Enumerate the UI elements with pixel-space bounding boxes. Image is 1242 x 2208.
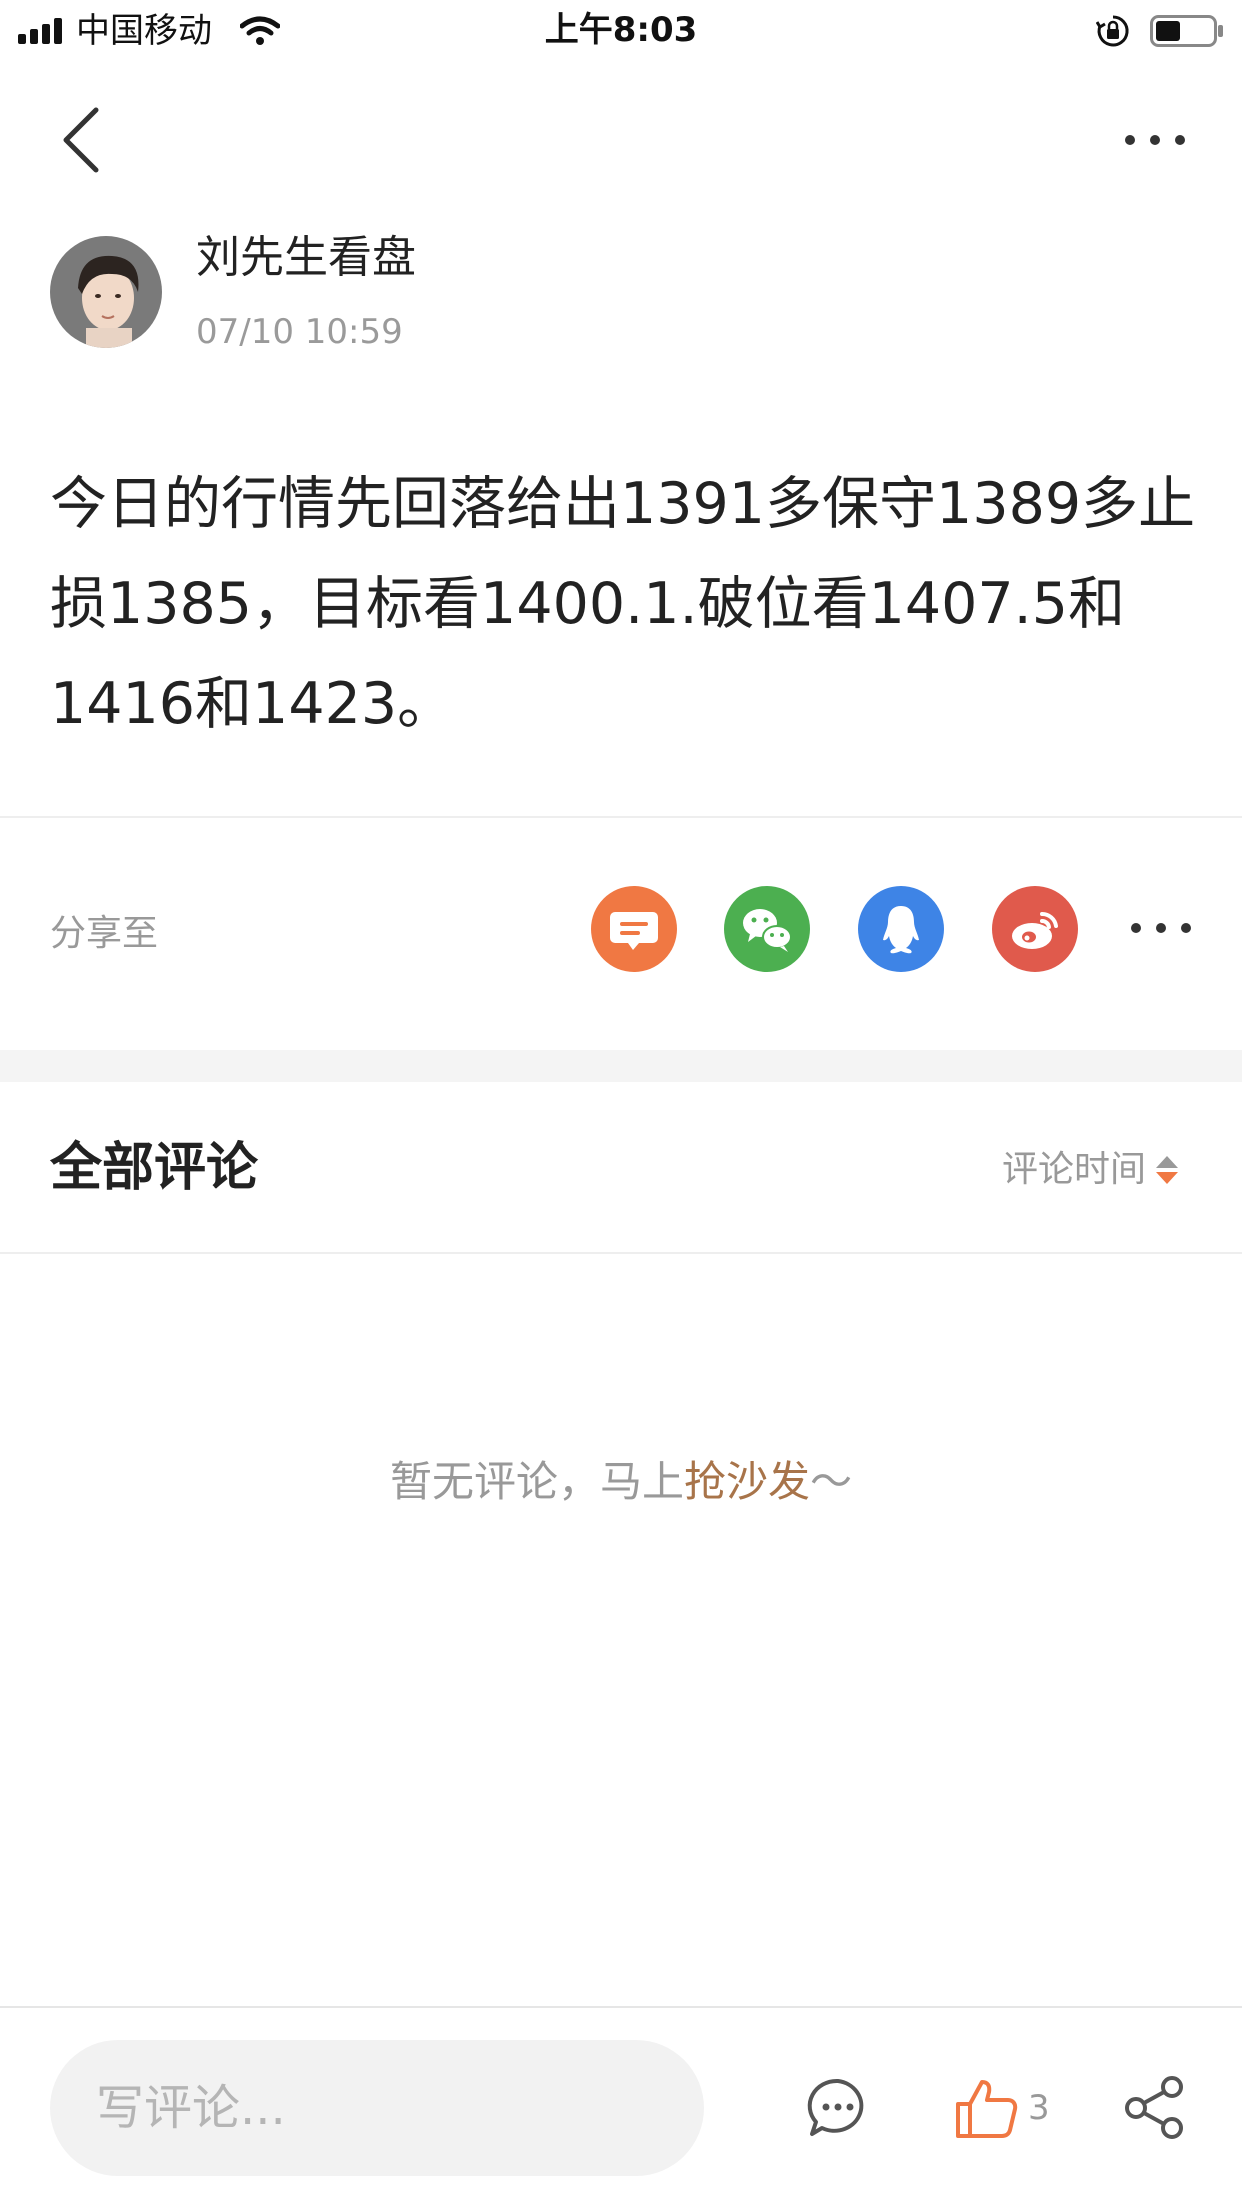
more-options-button[interactable] <box>1120 120 1190 160</box>
like-button[interactable]: 3 <box>954 2070 1050 2146</box>
share-weibo-button[interactable] <box>992 886 1078 972</box>
status-bar: 中国移动 上午8:03 <box>0 0 1242 62</box>
share-more-button[interactable] <box>1126 908 1196 948</box>
author-name[interactable]: 刘先生看盘 <box>196 230 416 286</box>
sort-label: 评论时间 <box>1002 1149 1147 1190</box>
comment-input[interactable] <box>50 2040 704 2176</box>
orientation-lock-icon <box>1096 15 1129 47</box>
weibo-icon <box>1012 911 1058 949</box>
post-timestamp: 07/10 10:59 <box>196 312 403 352</box>
thumbs-up-icon <box>956 2080 1018 2138</box>
share-qq-button[interactable] <box>858 886 944 972</box>
message-icon <box>610 912 658 950</box>
empty-comments-message: 暂无评论，马上抢沙发～ <box>0 1454 1242 1510</box>
bottom-bar-divider <box>0 2006 1242 2008</box>
wechat-icon <box>743 909 792 952</box>
grab-sofa-link[interactable]: 抢沙发 <box>684 1457 810 1506</box>
like-count: 3 <box>1028 2088 1050 2128</box>
post-content: 今日的行情先回落给出1391多保守1389多止损1385，目标看1400.1.破… <box>50 471 1196 737</box>
battery-icon <box>1150 15 1223 47</box>
section-separator <box>0 1050 1242 1082</box>
divider <box>0 816 1242 818</box>
share-message-button[interactable] <box>591 886 677 972</box>
share-wechat-button[interactable] <box>724 886 810 972</box>
share-icon[interactable] <box>1122 2074 1188 2140</box>
share-label: 分享至 <box>50 913 159 954</box>
empty-comments-text: 暂无评论，马上 <box>389 1457 684 1506</box>
back-button[interactable] <box>52 100 112 180</box>
sort-by-time-button[interactable]: 评论时间 <box>1002 1146 1180 1194</box>
sort-arrows-icon <box>1156 1156 1179 1184</box>
qq-icon <box>883 906 919 954</box>
comments-title: 全部评论 <box>50 1138 259 1198</box>
status-time: 上午8:03 <box>544 10 698 50</box>
comment-icon[interactable] <box>806 2076 870 2140</box>
divider <box>0 1252 1242 1254</box>
avatar[interactable] <box>50 236 162 348</box>
empty-comments-suffix: ～ <box>810 1457 853 1506</box>
